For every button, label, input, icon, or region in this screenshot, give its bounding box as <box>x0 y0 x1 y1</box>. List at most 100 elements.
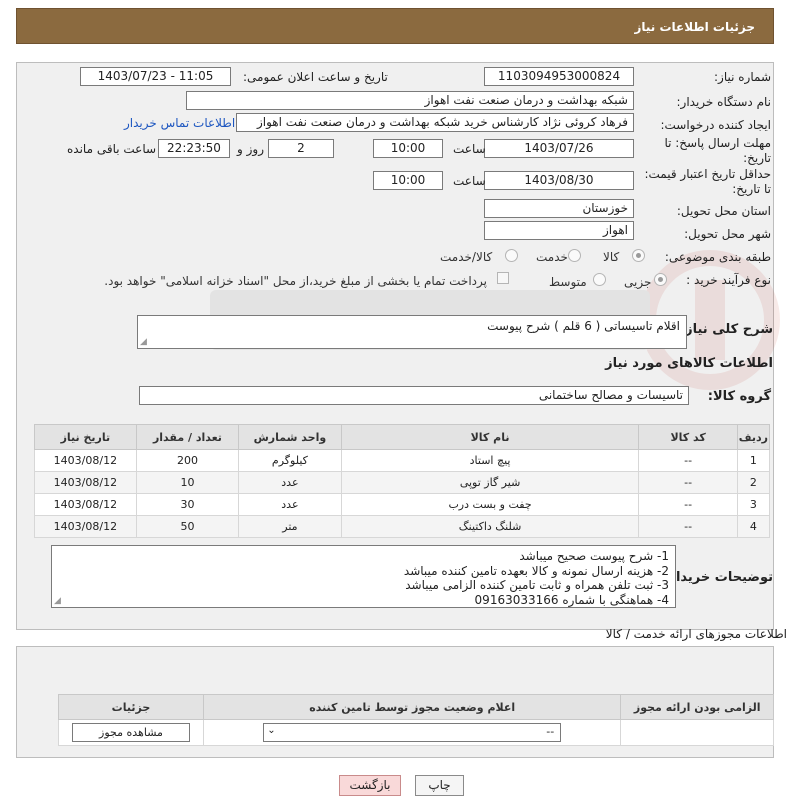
view-license-button[interactable]: مشاهده مجوز <box>71 723 190 742</box>
cell-row-number: 2 <box>736 471 771 494</box>
cell-license-details: مشاهده مجوز <box>58 719 204 746</box>
remaining-time-field: 22:23:50 <box>158 139 230 158</box>
goods-group-label: گروه کالا: <box>707 389 771 404</box>
creator-field: فرهاد کروئی نژاد کارشناس خرید شبکه بهداش… <box>236 113 634 132</box>
province-field: خوزستان <box>484 199 634 218</box>
process-radio-medium[interactable] <box>593 273 606 286</box>
buyer-notes-field: 1- شرح پیوست صحیح میباشد 2- هزینه ارسال … <box>51 545 676 608</box>
table-row: ⌄ -- مشاهده مجوز <box>58 719 774 746</box>
license-status-select[interactable]: ⌄ -- <box>263 723 562 742</box>
back-button[interactable]: بازگشت <box>339 775 401 796</box>
col-license-details: جزئیات <box>58 694 204 720</box>
cell-need-date: 1403/08/12 <box>34 515 137 538</box>
cell-row-number: 1 <box>736 449 771 472</box>
province-label: استان محل تحویل: <box>676 204 771 218</box>
announce-label: تاریخ و ساعت اعلان عمومی: <box>243 70 388 84</box>
cell-quantity: 10 <box>135 471 240 494</box>
buyer-field: شبکه بهداشت و درمان صنعت نفت اهواز <box>186 91 634 110</box>
buyer-note-line: 2- هزینه ارسال نمونه و کالا بعهده تامین … <box>403 563 669 578</box>
validity-date-field: 1403/08/30 <box>484 171 634 190</box>
cell-license-status: ⌄ -- <box>202 719 622 746</box>
creator-label: ایجاد کننده درخواست: <box>660 118 771 132</box>
licenses-table-header: الزامی بودن ارائه مجوز اعلام وضعیت مجوز … <box>58 694 774 720</box>
cell-item-code: -- <box>638 471 738 494</box>
category-option-goods-service: کالا/خدمت <box>440 250 493 264</box>
cell-unit: عدد <box>238 493 342 516</box>
cell-quantity: 200 <box>135 449 240 472</box>
cell-quantity: 30 <box>135 493 240 516</box>
cell-need-date: 1403/08/12 <box>34 493 137 516</box>
resize-grip-icon: ◢ <box>54 596 61 606</box>
cell-item-code: -- <box>638 493 738 516</box>
table-row: 1 -- پیچ استاد کیلوگرم 200 1403/08/12 <box>34 449 771 472</box>
deadline-label: مهلت ارسال پاسخ: تا تاریخ: <box>664 136 771 165</box>
cell-item-name: پیچ استاد <box>340 449 640 472</box>
category-label: طبقه بندی موضوعی: <box>664 250 771 264</box>
city-label: شهر محل تحویل: <box>684 227 771 241</box>
days-field: 2 <box>268 139 334 158</box>
remaining-label: ساعت باقی مانده <box>67 142 157 156</box>
table-row: 2 -- شیر گاز توپی عدد 10 1403/08/12 <box>34 471 771 494</box>
goods-group-field: تاسیسات و مصالح ساختمانی <box>139 386 689 405</box>
cell-item-name: شلنگ داکتینگ <box>340 515 640 538</box>
col-license-status: اعلام وضعیت مجوز توسط تامین کننده <box>202 694 622 720</box>
city-field: اهواز <box>484 221 634 240</box>
need-number-field: 1103094953000824 <box>484 67 634 86</box>
goods-table: ردیف کد کالا نام کالا واحد شمارش تعداد /… <box>34 424 771 538</box>
validity-label: حداقل تاریخ اعتبار قیمت: تا تاریخ: <box>644 167 771 196</box>
goods-table-header: ردیف کد کالا نام کالا واحد شمارش تعداد /… <box>34 424 771 450</box>
buyer-notes-label: توضیحات خریدار: <box>663 570 773 585</box>
summary-field: اقلام تاسیساتی ( 6 قلم ) شرح پیوست ◢ <box>137 315 687 349</box>
col-need-date: تاریخ نیاز <box>34 424 137 450</box>
buyer-contact-link[interactable]: اطلاعات تماس خریدار <box>124 116 235 130</box>
cell-unit: عدد <box>238 471 342 494</box>
print-button[interactable]: چاپ <box>415 775 464 796</box>
category-radio-goods[interactable] <box>632 249 645 262</box>
license-status-value: -- <box>546 725 555 738</box>
cell-need-date: 1403/08/12 <box>34 471 137 494</box>
summary-text: اقلام تاسیساتی ( 6 قلم ) شرح پیوست <box>487 319 680 333</box>
col-row-number: ردیف <box>736 424 771 450</box>
process-radio-minor[interactable] <box>654 273 667 286</box>
col-unit: واحد شمارش <box>238 424 342 450</box>
validity-time-label: ساعت <box>453 174 486 188</box>
announce-field: 1403/07/23 - 11:05 <box>80 67 231 86</box>
col-item-code: کد کالا <box>638 424 738 450</box>
deadline-date-field: 1403/07/26 <box>484 139 634 158</box>
resize-grip-icon: ◢ <box>140 337 147 347</box>
days-label: روز و <box>237 142 264 156</box>
cell-quantity: 50 <box>135 515 240 538</box>
deadline-time-label: ساعت <box>453 142 486 156</box>
deadline-time-field: 10:00 <box>373 139 443 158</box>
cell-item-code: -- <box>638 515 738 538</box>
col-item-name: نام کالا <box>340 424 640 450</box>
page-header: جزئیات اطلاعات نیاز <box>16 8 774 44</box>
cell-row-number: 3 <box>736 493 771 516</box>
buyer-label: نام دستگاه خریدار: <box>676 95 772 109</box>
category-radio-goods-service[interactable] <box>505 249 518 262</box>
licenses-table: الزامی بودن ارائه مجوز اعلام وضعیت مجوز … <box>58 694 774 746</box>
cell-need-date: 1403/08/12 <box>34 449 137 472</box>
need-number-label: شماره نیاز: <box>714 70 771 84</box>
category-option-goods: کالا <box>603 250 620 264</box>
treasury-checkbox[interactable] <box>497 272 509 284</box>
cell-unit: کیلوگرم <box>238 449 342 472</box>
cell-unit: متر <box>238 515 342 538</box>
cell-item-name: چفت و بست درب <box>340 493 640 516</box>
buyer-note-line: 1- شرح پیوست صحیح میباشد <box>519 549 669 563</box>
process-option-minor: جزیی <box>624 275 652 289</box>
category-option-service: خدمت <box>536 250 568 264</box>
treasury-note: پرداخت تمام یا بخشی از مبلغ خرید،از محل … <box>104 274 487 288</box>
buyer-note-line: 4- هماهنگی با شماره 09163033166 <box>474 592 669 607</box>
col-license-required: الزامی بودن ارائه مجوز <box>620 694 774 720</box>
process-label: نوع فرآیند خرید : <box>686 273 771 287</box>
validity-time-field: 10:00 <box>373 171 443 190</box>
cell-item-code: -- <box>638 449 738 472</box>
chevron-down-icon: ⌄ <box>267 725 276 736</box>
table-row: 3 -- چفت و بست درب عدد 30 1403/08/12 <box>34 493 771 516</box>
licenses-title: اطلاعات مجوزهای ارائه خدمت / کالا <box>605 627 787 641</box>
process-option-medium: متوسط <box>549 275 587 289</box>
category-radio-service[interactable] <box>568 249 581 262</box>
cell-license-required <box>620 719 774 746</box>
cell-row-number: 4 <box>736 515 771 538</box>
